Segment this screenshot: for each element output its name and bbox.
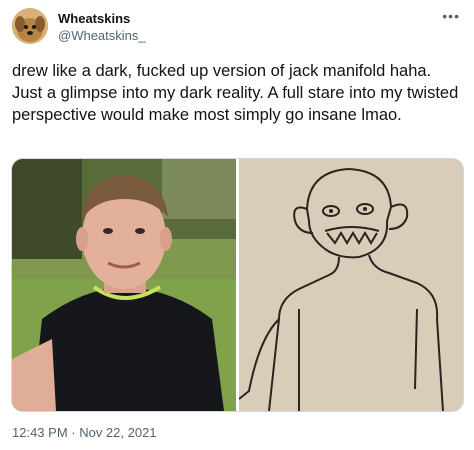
photo-right[interactable] xyxy=(238,159,463,411)
more-options-icon[interactable]: ••• xyxy=(442,8,460,24)
tweet-card: Wheatskins @Wheatskins_ ••• drew like a … xyxy=(0,0,474,450)
tweet-timestamp[interactable]: 12:43 PM · Nov 22, 2021 xyxy=(12,425,157,440)
user-handle[interactable]: @Wheatskins_ xyxy=(58,28,146,43)
photo-left[interactable] xyxy=(12,159,236,411)
user-name[interactable]: Wheatskins xyxy=(58,11,130,26)
tweet-text: drew like a dark, fucked up version of j… xyxy=(12,62,459,124)
drawing-image xyxy=(238,159,463,411)
avatar[interactable] xyxy=(12,8,48,44)
tweet-media[interactable] xyxy=(11,158,464,412)
person-photo-image xyxy=(12,159,236,411)
dog-avatar-icon xyxy=(12,8,48,44)
